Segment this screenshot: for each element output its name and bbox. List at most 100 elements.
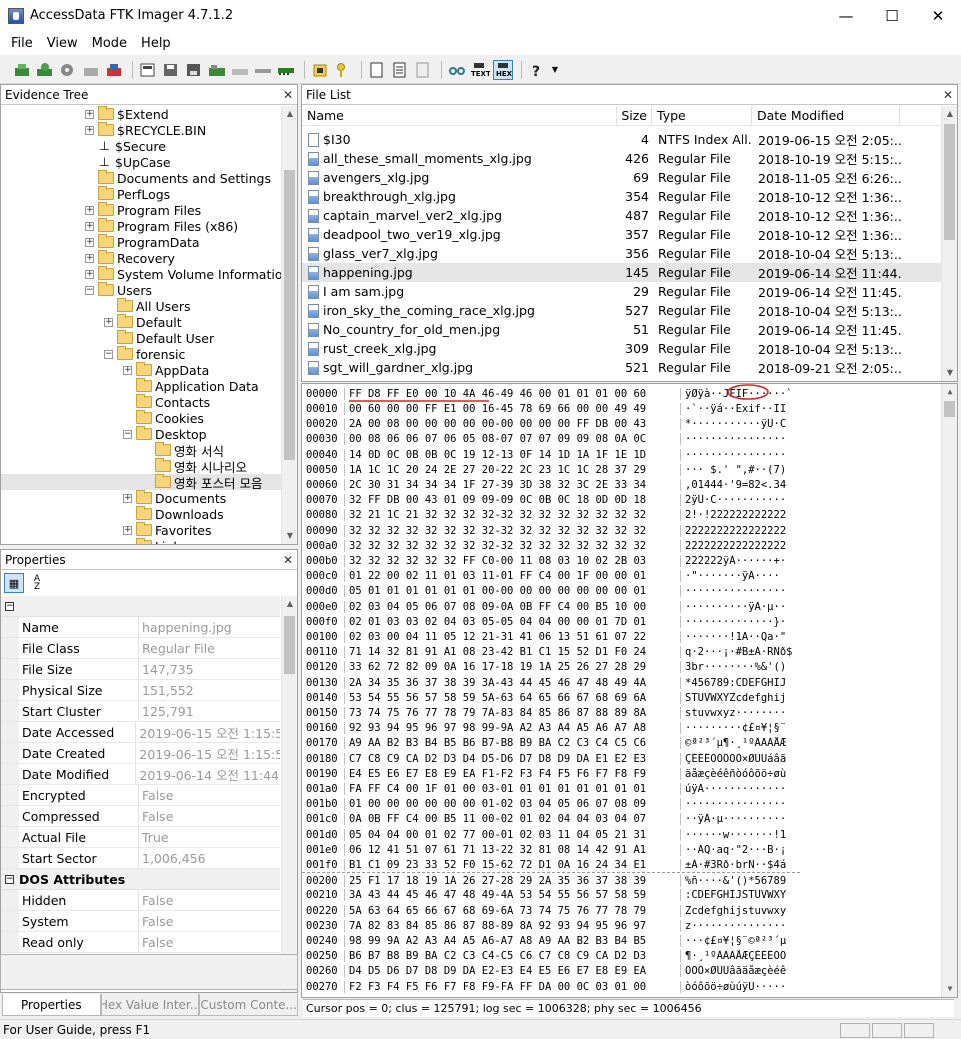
hex-ascii[interactable]: stuvwxyz········: [680, 706, 800, 719]
expand-icon[interactable]: +: [85, 109, 94, 119]
hex-bytes[interactable]: 5A 63 64 65 66 67 68 69-6A 73 74 75 76 7…: [344, 904, 680, 917]
hex-bytes[interactable]: 32 32 32 32 32 32 FF C0-00 11 08 03 10 0…: [344, 554, 680, 567]
hex-bytes[interactable]: F2 F3 F4 F5 F6 F7 F8 F9-FA FF DA 00 0C 0…: [344, 980, 680, 993]
hex-bytes[interactable]: 01 22 00 02 11 01 03 11-01 FF C4 00 1F 0…: [344, 570, 680, 583]
hex-bytes[interactable]: 00 08 06 06 07 06 05 08-07 07 07 09 09 0…: [344, 433, 680, 446]
hex-bytes[interactable]: 02 01 03 03 02 04 03 05-05 04 04 00 00 0…: [344, 615, 680, 628]
hex-scrollbar[interactable]: ▲ ▼: [941, 384, 957, 997]
hex-ascii[interactable]: ···¢£¤¥¦§¨©ª²³´µ: [680, 934, 800, 947]
hex-row[interactable]: 000d0 05 01 01 01 01 01 01 00-00 00 00 00…: [302, 584, 800, 600]
hex-bytes[interactable]: 05 01 01 01 01 01 01 00-00 00 00 00 00 0…: [344, 585, 680, 598]
hex-row[interactable]: 00080 32 21 1C 21 32 32 32 32-32 32 32 32…: [302, 508, 800, 524]
hex-row[interactable]: 00030 00 08 06 06 07 06 05 08-07 07 07 09…: [302, 432, 800, 448]
hex-bytes[interactable]: 14 0D 0C 0B 0B 0C 19 12-13 0F 14 1D 1A 1…: [344, 448, 680, 461]
hex-ascii[interactable]: ÇÈÉÊÒÓÔÕÖ×ØÙÚáâã: [680, 752, 800, 765]
file-row[interactable]: No_country_for_old_men.jpg 51 Regular File…: [302, 320, 941, 339]
hex-bytes[interactable]: A9 AA B2 B3 B4 B5 B6 B7-B8 B9 BA C2 C3 C…: [344, 737, 680, 750]
hex-bytes[interactable]: 98 99 9A A2 A3 A4 A5 A6-A7 A8 A9 AA B2 B…: [344, 934, 680, 947]
create-custom-image-icon[interactable]: [207, 60, 227, 80]
hex-ascii[interactable]: *456789:CDEFGHIJ: [680, 676, 800, 689]
hex-ascii[interactable]: ¶·¸¹ºÂÃÄÅÆÇÈÉÊÒÓ: [680, 950, 800, 963]
hex-bytes[interactable]: 7A 82 83 84 85 86 87 88-89 8A 92 93 94 9…: [344, 919, 680, 932]
menu-file[interactable]: File: [4, 36, 40, 51]
tree-item[interactable]: − forensic: [1, 346, 297, 362]
hex-row[interactable]: 001d0 05 04 04 00 01 02 77 00-01 02 03 11…: [302, 827, 800, 843]
close-icon[interactable]: ✕: [283, 88, 293, 102]
hex-bytes[interactable]: 02 03 04 05 06 07 08 09-0A 0B FF C4 00 B…: [344, 600, 680, 613]
property-row[interactable]: System False: [1, 911, 280, 932]
remove-all-evidence-icon[interactable]: [104, 60, 124, 80]
hex-row[interactable]: 000a0 32 32 32 32 32 32 32 32-32 32 32 32…: [302, 538, 800, 554]
tab-custom-content[interactable]: Custom Conte...: [199, 994, 299, 1016]
property-row[interactable]: Physical Size 151,552: [1, 680, 280, 701]
minimize-icon[interactable]: —: [823, 0, 869, 31]
hex-bytes[interactable]: 92 93 94 95 96 97 98 99-9A A2 A3 A4 A5 A…: [344, 722, 680, 735]
hex-ascii[interactable]: ÿØÿà··JFIF······`: [680, 387, 800, 400]
file-row[interactable]: breakthrough_xlg.jpg 354 Regular File 2018-…: [302, 187, 941, 206]
hex-row[interactable]: 000e0 02 03 04 05 06 07 08 09-0A 0B FF C4…: [302, 599, 800, 615]
toolbar-overflow-icon[interactable]: ▼: [550, 60, 560, 80]
maximize-icon[interactable]: ☐: [869, 0, 915, 31]
hex-row[interactable]: 00060 2C 30 31 34 34 34 1F 27-39 3D 38 32…: [302, 477, 800, 493]
collapse-icon[interactable]: −: [104, 349, 113, 359]
property-row[interactable]: Date Created 2019-06-15 오전 1:15:5: [1, 743, 280, 764]
close-icon[interactable]: ✕: [283, 553, 293, 567]
hex-ascii[interactable]: ,01444·'9=82<.34: [680, 478, 800, 491]
tree-item[interactable]: + Favorites: [1, 522, 297, 538]
hex-row[interactable]: 00070 32 FF DB 00 43 01 09 09-09 0C 0B 0C…: [302, 492, 800, 508]
property-row[interactable]: File Class Regular File: [1, 638, 280, 659]
hex-row[interactable]: 00170 A9 AA B2 B3 B4 B5 B6 B7-B8 B9 BA C2…: [302, 736, 800, 752]
file-row[interactable]: rust_creek_xlg.jpg 309 Regular File 2018-10…: [302, 339, 941, 358]
scroll-thumb[interactable]: [284, 616, 295, 674]
hex-row[interactable]: 000b0 32 32 32 32 32 32 FF C0-00 11 08 03…: [302, 553, 800, 569]
hex-bytes[interactable]: 32 FF DB 00 43 01 09 09-09 0C 0B 0C 18 0…: [344, 494, 680, 507]
hex-view-icon[interactable]: HEX: [493, 59, 513, 80]
tree-item[interactable]: Documents and Settings: [1, 170, 297, 186]
hex-bytes[interactable]: 01 00 00 00 00 00 00 01-02 03 04 05 06 0…: [344, 798, 680, 811]
hex-ascii[interactable]: ··AQ·aq·"2···B·¡: [680, 843, 800, 856]
hex-ascii[interactable]: 222222ÿÀ······+·: [680, 554, 800, 567]
tree-item[interactable]: Contacts: [1, 394, 297, 410]
collapse-icon[interactable]: −: [5, 601, 14, 611]
hex-row[interactable]: 00230 7A 82 83 84 85 86 87 88-89 8A 92 93…: [302, 918, 800, 934]
tree-item[interactable]: + ProgramData: [1, 234, 297, 250]
collapse-icon[interactable]: −: [123, 429, 132, 439]
hex-row[interactable]: 00220 5A 63 64 65 66 67 68 69-6A 73 74 75…: [302, 903, 800, 919]
hex-ascii[interactable]: ··ÿÄ·µ··········: [680, 813, 800, 826]
property-row[interactable]: Name happening.jpg: [1, 617, 280, 638]
file-row[interactable]: I am sam.jpg 29 Regular File 2019-06-14 오전 …: [302, 282, 941, 301]
hex-row[interactable]: 000c0 01 22 00 02 11 01 03 11-01 FF C4 00…: [302, 568, 800, 584]
export-files-icon[interactable]: [367, 60, 387, 80]
hex-ascii[interactable]: ················: [680, 798, 800, 811]
hex-bytes[interactable]: 1A 1C 1C 20 24 2E 27 20-22 2C 23 1C 1C 2…: [344, 463, 680, 476]
scroll-up-icon[interactable]: ▲: [942, 384, 958, 400]
hex-bytes[interactable]: 2A 00 08 00 00 00 00 00-00 00 00 00 FF D…: [344, 418, 680, 431]
hex-row[interactable]: 00200 25 F1 17 18 19 1A 26 27-28 29 2A 35…: [302, 872, 800, 888]
hex-row[interactable]: 00050 1A 1C 1C 20 24 2E 27 20-22 2C 23 1C…: [302, 462, 800, 478]
scroll-up-icon[interactable]: ▲: [282, 596, 298, 612]
property-row[interactable]: Hidden False: [1, 890, 280, 911]
hex-row[interactable]: 00110 71 14 32 81 91 A1 08 23-42 B1 C1 15…: [302, 644, 800, 660]
hex-ascii[interactable]: 3br········%&'(): [680, 661, 800, 674]
tree-item[interactable]: + $Extend: [1, 106, 297, 122]
hex-row[interactable]: 001a0 FA FF C4 00 1F 01 00 03-01 01 01 01…: [302, 781, 800, 797]
hex-row[interactable]: 00210 3A 43 44 45 46 47 48 49-4A 53 54 55…: [302, 888, 800, 904]
menu-help[interactable]: Help: [134, 36, 178, 51]
hex-ascii[interactable]: z···············: [680, 919, 800, 932]
close-icon[interactable]: ✕: [943, 88, 953, 102]
tree-item[interactable]: + Recovery: [1, 250, 297, 266]
hex-ascii[interactable]: ··············}·: [680, 615, 800, 628]
file-row[interactable]: $I30 4 NTFS Index All... 2019-06-15 오전 2:05…: [302, 130, 941, 149]
property-row[interactable]: Compressed False: [1, 806, 280, 827]
expand-icon[interactable]: +: [85, 253, 94, 263]
expand-icon[interactable]: +: [123, 525, 132, 535]
hex-bytes[interactable]: FA FF C4 00 1F 01 00 03-01 01 01 01 01 0…: [344, 782, 680, 795]
hex-bytes[interactable]: D4 D5 D6 D7 D8 D9 DA E2-E3 E4 E5 E6 E7 E…: [344, 965, 680, 978]
tree-item[interactable]: − Users: [1, 282, 297, 298]
file-row[interactable]: avengers_xlg.jpg 69 Regular File 2018-11-05…: [302, 168, 941, 187]
hex-ascii[interactable]: ················: [680, 585, 800, 598]
hex-bytes[interactable]: 0A 0B FF C4 00 B5 11 00-02 01 02 04 04 0…: [344, 813, 680, 826]
sort-alphabetical-icon[interactable]: AZ: [27, 573, 47, 593]
add-evidence-icon[interactable]: [12, 60, 32, 80]
column-size[interactable]: Size: [617, 106, 652, 125]
